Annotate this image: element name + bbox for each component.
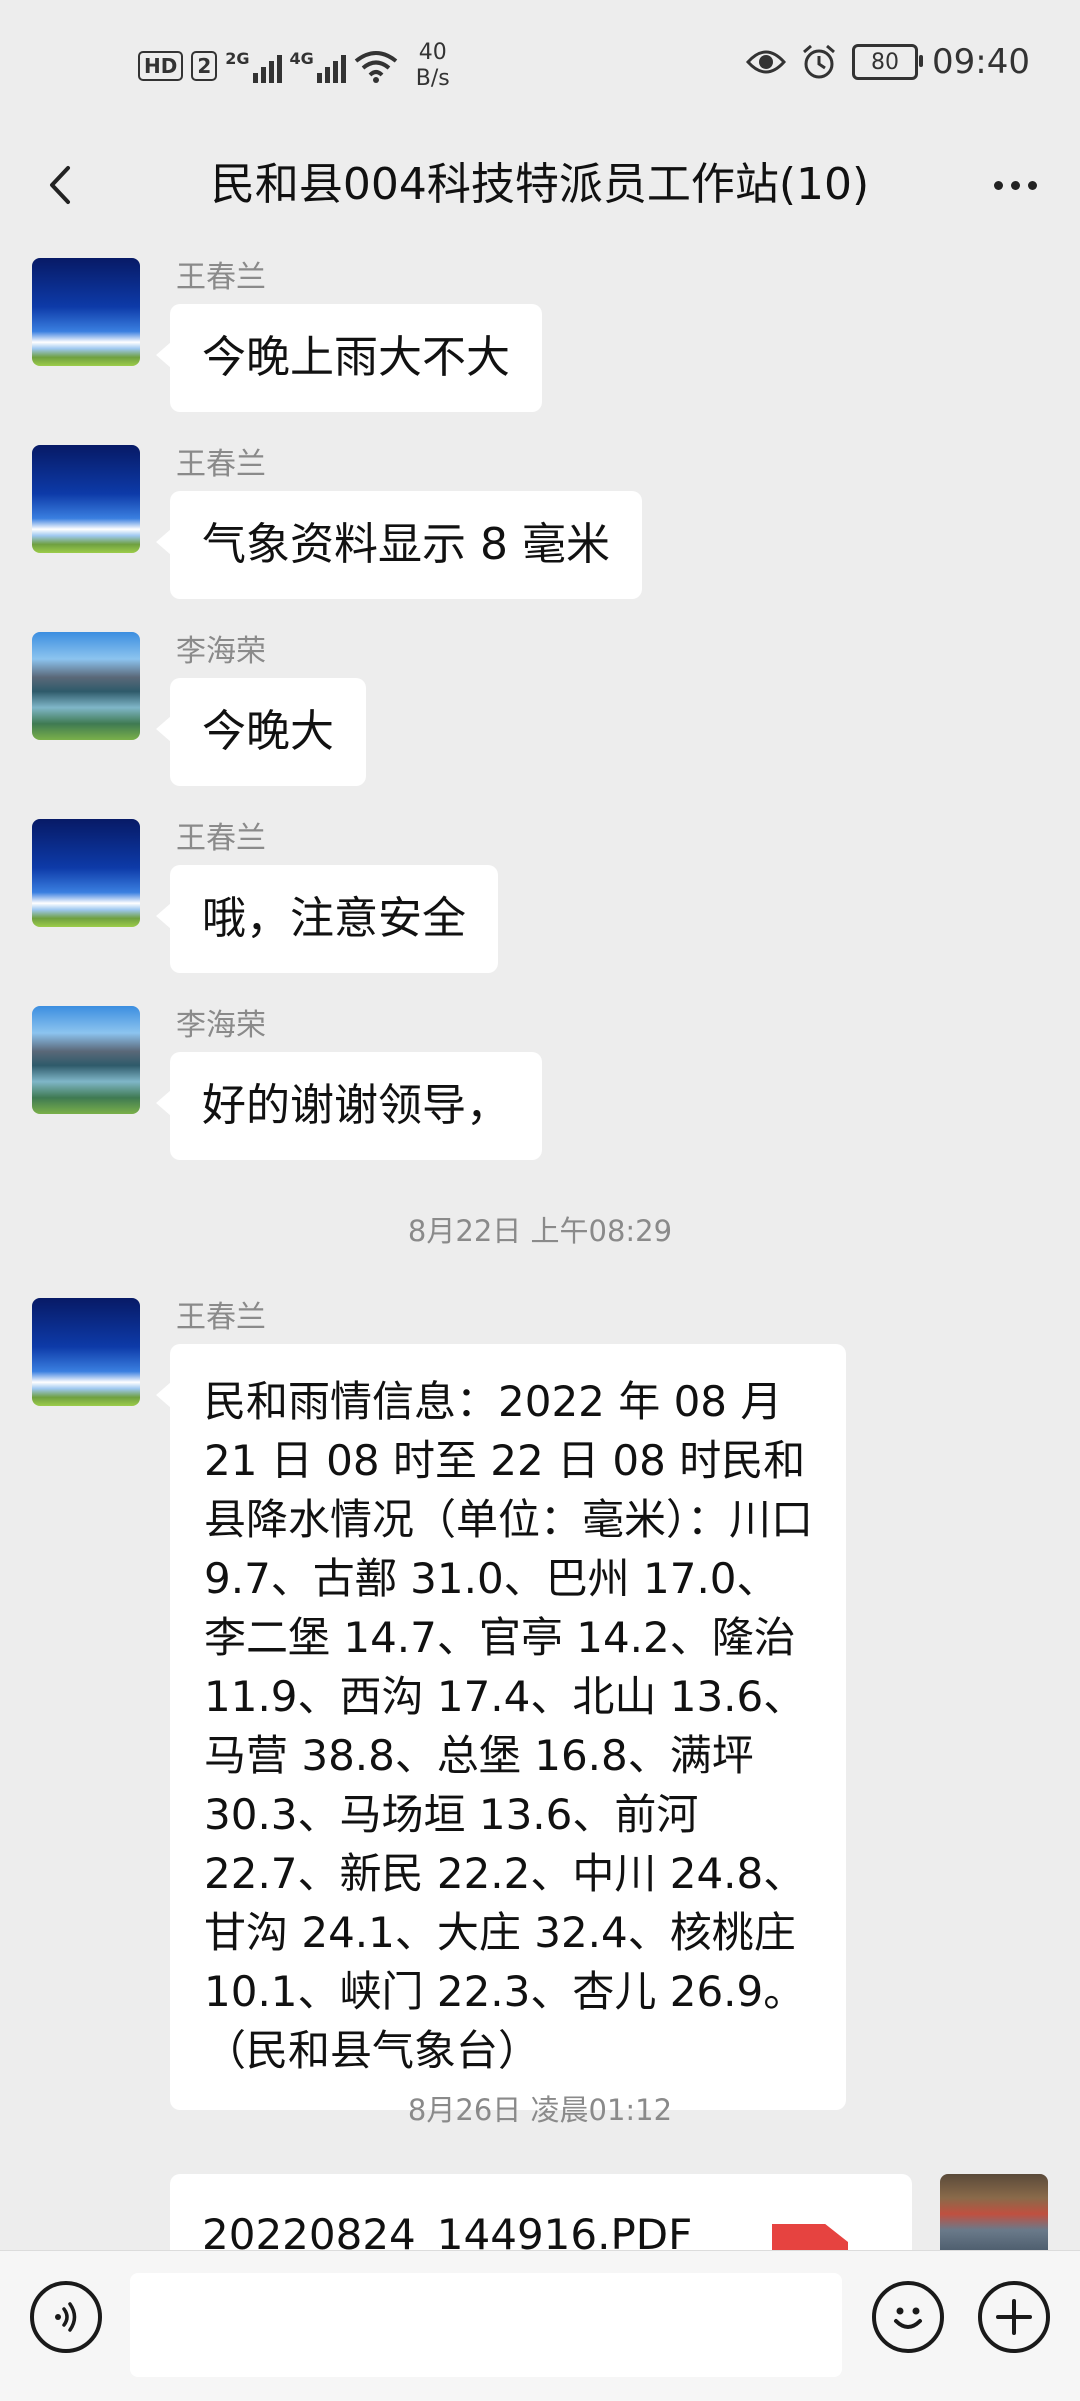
input-bar	[0, 2250, 1080, 2401]
signal-label-2: 4G	[289, 49, 314, 68]
sim-badge: 2	[191, 51, 218, 81]
message-bubble[interactable]: 民和雨情信息：2022 年 08 月 21 日 08 时至 22 日 08 时民…	[156, 1344, 846, 2110]
back-button[interactable]	[30, 150, 100, 220]
file-message[interactable]: 20220824_144916.PDF	[170, 2174, 912, 2254]
timestamp: 8月26日 凌晨01:12	[407, 2093, 673, 2127]
sender-name: 李海荣	[176, 1008, 266, 1043]
chat-header: 民和县004科技特派员工作站(10)	[0, 130, 1080, 240]
network-speed: 40 B/s	[416, 40, 450, 92]
emoji-button[interactable]	[872, 2281, 944, 2353]
emoji-icon	[894, 2307, 922, 2329]
avatar[interactable]	[32, 258, 140, 366]
battery-icon: 80	[852, 44, 924, 80]
plus-button[interactable]	[978, 2281, 1050, 2353]
alarm-icon	[803, 44, 835, 79]
sender-name: 王春兰	[176, 821, 266, 856]
sender-name: 王春兰	[176, 447, 266, 482]
sender-name: 王春兰	[176, 260, 266, 295]
message-bubble[interactable]: 今晚大	[156, 678, 366, 786]
chevron-left-icon	[50, 166, 70, 204]
wifi-icon	[354, 51, 398, 83]
eye-icon	[746, 50, 787, 74]
sender-name: 王春兰	[176, 1300, 266, 1335]
sender-name: 李海荣	[176, 634, 266, 669]
clock: 09:40	[932, 42, 1030, 82]
file-name: 20220824_144916.PDF	[202, 2210, 693, 2254]
battery-level: 80	[871, 49, 900, 75]
avatar[interactable]	[32, 819, 140, 927]
more-button[interactable]	[980, 150, 1050, 220]
avatar[interactable]	[32, 632, 140, 740]
plus-icon	[996, 2299, 1032, 2335]
message-bubble[interactable]: 好的谢谢领导，	[156, 1052, 542, 1160]
avatar[interactable]	[32, 1006, 140, 1114]
speed-value: 40	[418, 40, 447, 65]
message-bubble[interactable]: 哦，注意安全	[156, 865, 498, 973]
avatar[interactable]	[32, 445, 140, 553]
status-right: 80 09:40	[746, 42, 1030, 82]
voice-button[interactable]	[30, 2281, 102, 2353]
hd-badge: HD	[138, 51, 184, 81]
more-dot	[1027, 180, 1037, 190]
more-dot	[1010, 180, 1020, 190]
signal-icon: 2G	[225, 49, 282, 83]
speed-unit: B/s	[415, 66, 450, 91]
voice-icon	[55, 2302, 77, 2332]
signal-icon-2: 4G	[290, 49, 346, 83]
signal-label: 2G	[225, 49, 250, 68]
message-bubble[interactable]: 气象资料显示 8 毫米	[156, 491, 642, 599]
status-left: HD 2 2G 4G 40 B/s	[138, 40, 450, 92]
message-bubble[interactable]: 今晚上雨大不大	[156, 304, 542, 412]
timestamp: 8月22日 上午08:29	[407, 1214, 673, 1248]
avatar[interactable]	[32, 1298, 140, 1406]
chat-title: 民和县004科技特派员工作站(10)	[210, 159, 870, 210]
status-bar: HD 2 2G 4G 40 B/s 80 09:40	[0, 0, 1080, 130]
more-dot	[993, 180, 1003, 190]
avatar[interactable]	[940, 2174, 1048, 2254]
message-input[interactable]	[130, 2273, 842, 2377]
